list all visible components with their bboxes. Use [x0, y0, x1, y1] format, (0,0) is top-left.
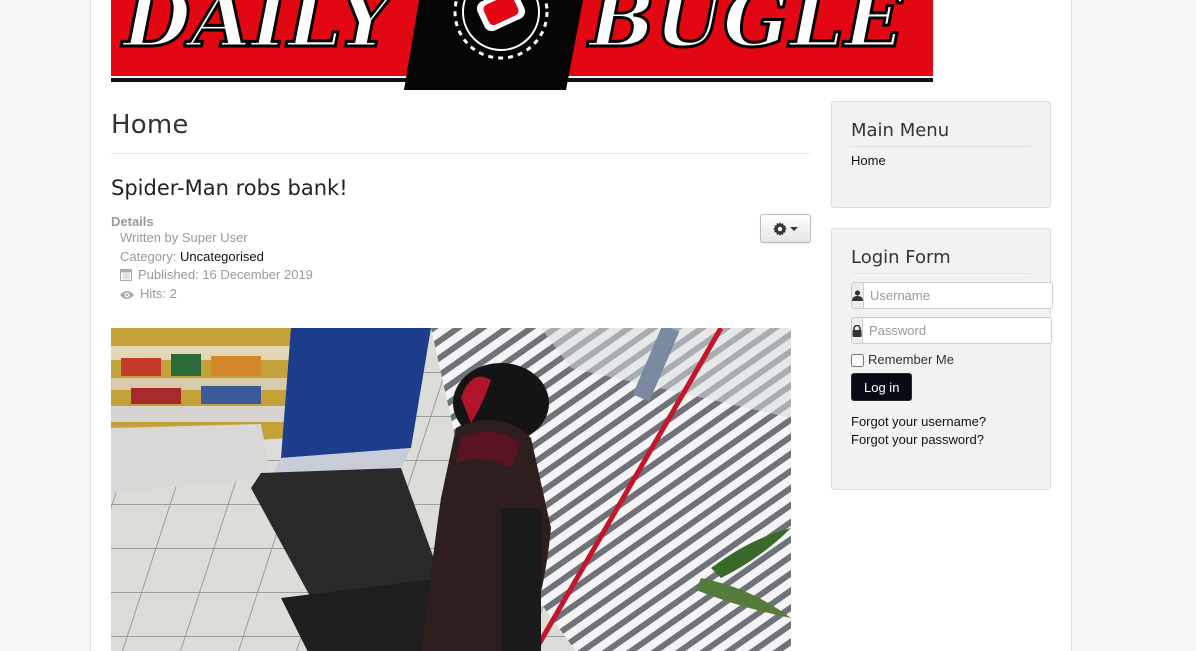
author-line: Written by Super User [120, 230, 248, 245]
article-title[interactable]: Spider-Man robs bank! [111, 176, 811, 200]
category-link[interactable]: Uncategorised [180, 249, 264, 264]
article-details: Details Written by Super User Category: … [111, 214, 811, 303]
page-title: Home [111, 100, 811, 154]
menu-item-home[interactable]: Home [851, 153, 1031, 168]
category-line: Category: Uncategorised [111, 248, 811, 267]
category-prefix: Category: [120, 248, 180, 264]
forgot-username-link[interactable]: Forgot your username? [851, 413, 1031, 431]
username-group [851, 282, 1053, 309]
user-icon [851, 282, 863, 309]
article-tools-button[interactable] [760, 214, 811, 243]
login-form-title: Login Form [851, 247, 1031, 274]
password-group [851, 317, 1052, 344]
remember-me-checkbox[interactable] [851, 354, 864, 367]
username-input[interactable] [863, 282, 1053, 309]
article-image [111, 328, 791, 651]
forgot-password-link[interactable]: Forgot your password? [851, 431, 1031, 449]
logo-text-bugle: BUGLE [587, 0, 905, 65]
logo-text-daily: DAILY [121, 0, 400, 65]
login-button[interactable]: Log in [851, 373, 913, 401]
site-logo[interactable]: DAILY BUGLE [111, 0, 933, 92]
calendar-icon [120, 269, 132, 281]
caret-down-icon [790, 226, 798, 231]
remember-me-label: Remember Me [868, 352, 954, 367]
page-container: DAILY BUGLE Home Spider-Man robs bank! D… [90, 0, 1072, 651]
login-form-module: Login Form Remember Me Log [831, 228, 1053, 490]
eye-icon [120, 290, 134, 299]
main-menu-module: Main Menu Home [831, 101, 1051, 208]
lock-icon [851, 317, 862, 344]
hits-line: Hits: 2 [111, 285, 811, 304]
published-date: Published: 16 December 2019 [138, 267, 313, 282]
password-input[interactable] [862, 317, 1052, 344]
details-label: Details [111, 214, 154, 229]
published-line: Published: 16 December 2019 [111, 266, 811, 285]
remember-me[interactable]: Remember Me [851, 352, 1031, 367]
gear-icon [773, 221, 787, 236]
main-content: Home Spider-Man robs bank! Details Writt… [111, 100, 811, 651]
hits-count: Hits: 2 [140, 285, 177, 301]
main-menu-title: Main Menu [851, 120, 1031, 147]
